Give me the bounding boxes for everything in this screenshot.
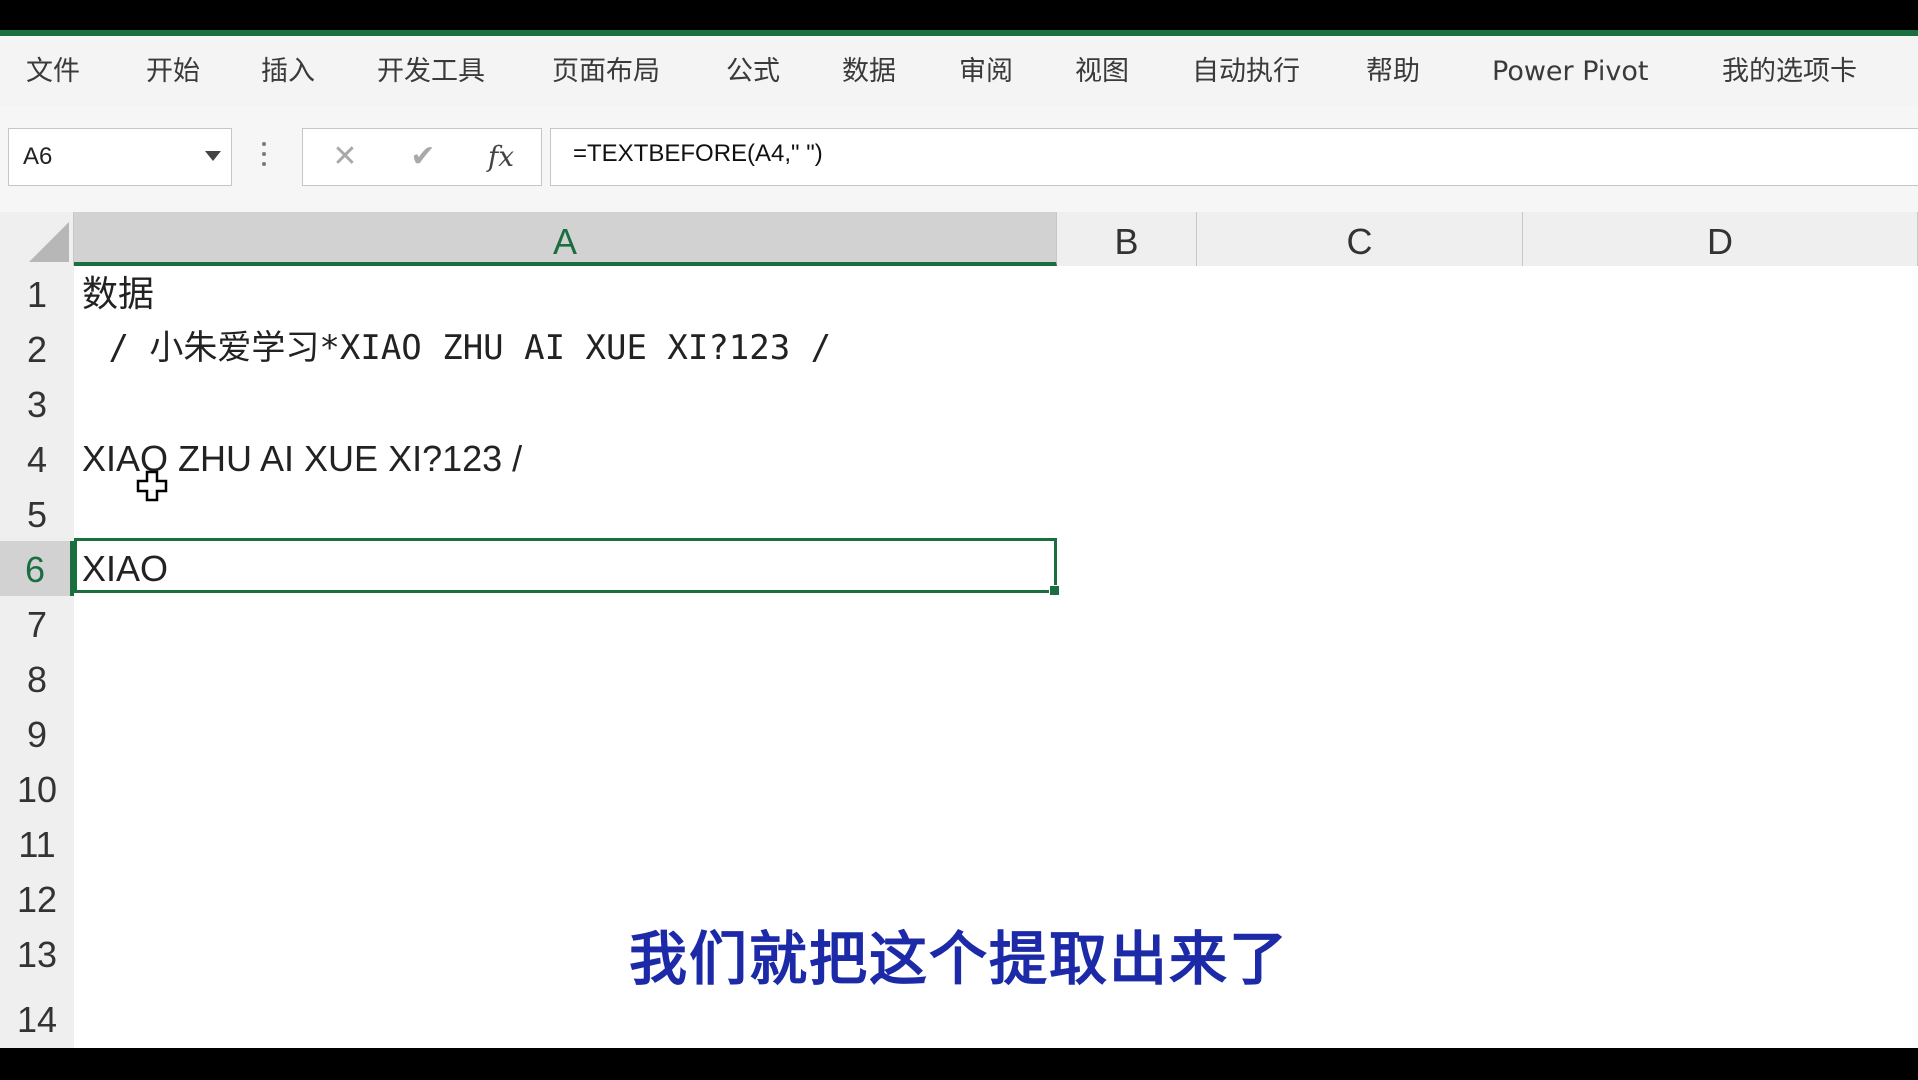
select-all-corner[interactable] <box>0 212 74 266</box>
row-header-11[interactable]: 11 <box>0 816 74 871</box>
column-header-row: A B C D <box>0 212 1918 267</box>
column-header-b[interactable]: B <box>1057 212 1197 266</box>
tab-insert[interactable]: 插入 <box>261 52 315 92</box>
row-header-4[interactable]: 4 <box>0 431 74 486</box>
tab-view[interactable]: 视图 <box>1075 52 1129 92</box>
select-all-triangle-icon <box>29 222 69 262</box>
tab-my-tab[interactable]: 我的选项卡 <box>1722 52 1857 92</box>
video-subtitle: 我们就把这个提取出来了 <box>628 925 1289 993</box>
cell-a2[interactable]: / 小朱爱学习*XIAO ZHU AI XUE XI?123 / <box>88 321 831 376</box>
chevron-down-icon[interactable] <box>205 151 221 161</box>
excel-window: 文件 开始 插入 开发工具 页面布局 公式 数据 审阅 视图 自动执行 帮助 P… <box>0 0 1918 1080</box>
row-header-8[interactable]: 8 <box>0 651 74 706</box>
formula-text: =TEXTBEFORE(A4," ") <box>573 140 823 167</box>
formula-input[interactable]: =TEXTBEFORE(A4," ") <box>550 128 1918 186</box>
name-box[interactable]: A6 <box>8 128 232 186</box>
tab-file[interactable]: 文件 <box>26 52 80 92</box>
tab-power-pivot[interactable]: Power Pivot <box>1492 52 1649 92</box>
formula-buttons: ✕ ✔ fx <box>302 128 542 186</box>
row-header-2[interactable]: 2 <box>0 321 74 376</box>
formula-bar: A6 ✕ ✔ fx =TEXTBEFORE(A4," ") <box>0 106 1918 212</box>
tab-developer[interactable]: 开发工具 <box>377 52 485 92</box>
column-header-d[interactable]: D <box>1523 212 1918 266</box>
tab-help[interactable]: 帮助 <box>1366 52 1420 92</box>
insert-function-icon[interactable]: fx <box>481 129 521 185</box>
cell-a1[interactable]: 数据 <box>82 266 154 321</box>
top-black-bar <box>0 0 1918 30</box>
tab-data[interactable]: 数据 <box>842 52 896 92</box>
tab-review[interactable]: 审阅 <box>959 52 1013 92</box>
row-header-5[interactable]: 5 <box>0 486 74 541</box>
row-header-7[interactable]: 7 <box>0 596 74 651</box>
tab-home[interactable]: 开始 <box>146 52 200 92</box>
row-header-1[interactable]: 1 <box>0 266 74 321</box>
row-header-9[interactable]: 9 <box>0 706 74 761</box>
row-header-6[interactable]: 6 <box>0 541 74 596</box>
column-header-c[interactable]: C <box>1197 212 1523 266</box>
ribbon-tab-bar: 文件 开始 插入 开发工具 页面布局 公式 数据 审阅 视图 自动执行 帮助 P… <box>0 36 1918 107</box>
cancel-icon[interactable]: ✕ <box>325 129 365 185</box>
tab-formulas[interactable]: 公式 <box>726 52 780 92</box>
enter-icon[interactable]: ✔ <box>403 129 443 185</box>
cell-select-cursor-icon <box>136 470 168 502</box>
tab-automate[interactable]: 自动执行 <box>1192 52 1300 92</box>
name-box-value: A6 <box>23 143 53 170</box>
row-header-14[interactable]: 14 <box>0 991 74 1046</box>
tab-page-layout[interactable]: 页面布局 <box>552 52 660 92</box>
bottom-black-bar <box>0 1048 1918 1080</box>
row-header-3[interactable]: 3 <box>0 376 74 431</box>
active-cell-border <box>74 538 1060 596</box>
row-header-10[interactable]: 10 <box>0 761 74 816</box>
fill-handle[interactable] <box>1049 585 1060 596</box>
column-header-a[interactable]: A <box>74 212 1057 266</box>
more-options-icon[interactable] <box>262 142 266 172</box>
